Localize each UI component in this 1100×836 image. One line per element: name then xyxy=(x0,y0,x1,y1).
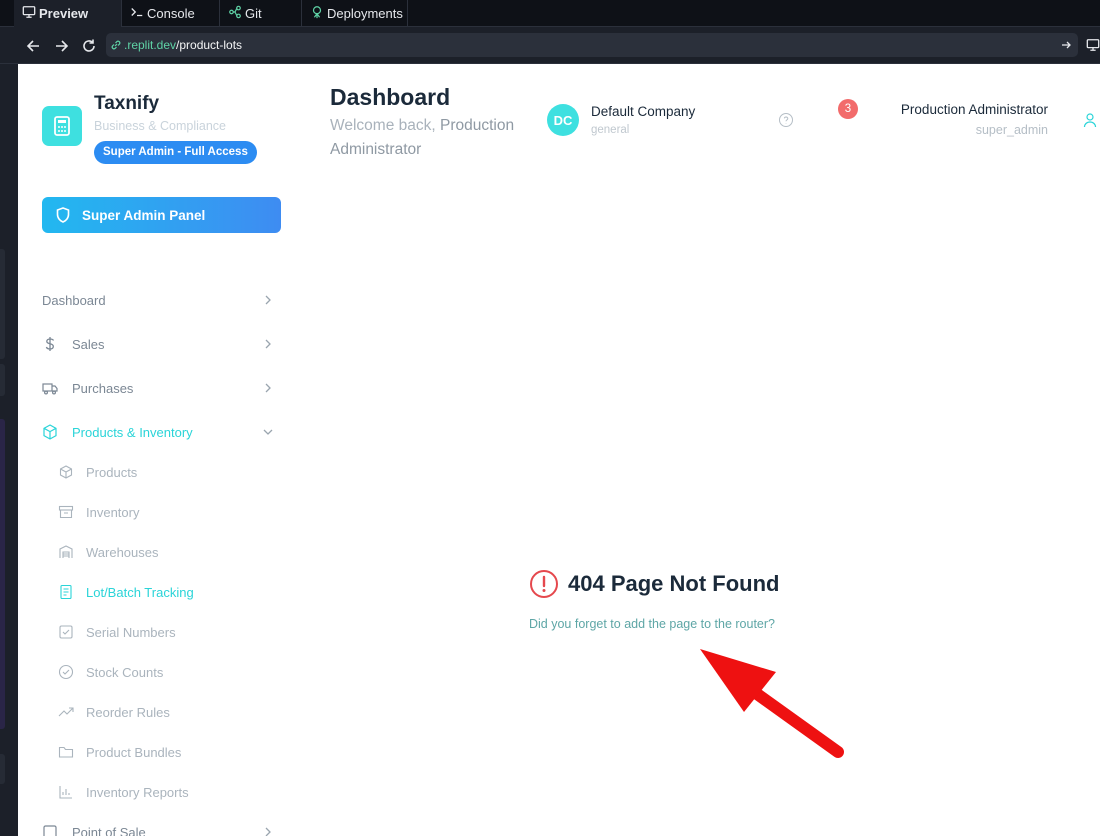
sidebar-item-point-of-sale[interactable]: Point of Sale xyxy=(42,820,274,836)
sidebar-item-sales[interactable]: Sales xyxy=(42,332,274,356)
sidebar-item-dashboard[interactable]: Dashboard xyxy=(42,288,274,312)
file-list-icon xyxy=(60,584,72,600)
truck-icon xyxy=(42,383,58,395)
tab-git[interactable]: Git xyxy=(220,0,302,27)
sidebar-item-label: Products & Inventory xyxy=(72,424,193,440)
back-arrow-icon[interactable] xyxy=(25,37,43,55)
archive-icon xyxy=(58,505,74,519)
sidebar: Taxnify Business & Compliance Super Admi… xyxy=(18,64,300,836)
link-icon xyxy=(111,40,121,50)
ide-side-edge xyxy=(0,64,18,836)
git-branch-icon xyxy=(229,5,241,19)
check-square-icon xyxy=(59,625,73,639)
tab-label: Preview xyxy=(39,6,89,21)
subnav-item-lot-batch-tracking[interactable]: Lot/Batch Tracking xyxy=(58,581,278,603)
reload-icon[interactable] xyxy=(80,37,98,55)
subnav-item-warehouses[interactable]: Warehouses xyxy=(58,541,278,563)
subnav-item-inventory-reports[interactable]: Inventory Reports xyxy=(58,781,278,803)
subnav-label: Products xyxy=(86,464,138,480)
company-avatar[interactable]: DC xyxy=(547,104,579,136)
package-icon xyxy=(43,424,57,440)
panel-edge xyxy=(0,754,5,784)
subnav-item-product-bundles[interactable]: Product Bundles xyxy=(58,741,278,763)
page-title: Dashboard xyxy=(330,84,451,110)
user-role: super_admin xyxy=(975,123,1048,137)
calculator-icon xyxy=(42,106,82,146)
deploy-icon xyxy=(312,6,322,19)
not-found-title: 404 Page Not Found xyxy=(568,571,780,596)
box-icon xyxy=(59,465,73,479)
alert-circle-icon xyxy=(530,570,558,598)
shield-icon xyxy=(56,207,70,223)
url-host: .replit.dev xyxy=(124,38,177,52)
chevron-right-icon xyxy=(265,339,271,349)
url-input[interactable]: .replit.dev/product-lots xyxy=(106,33,1078,57)
role-badge: Super Admin - Full Access xyxy=(94,141,257,164)
notification-badge[interactable]: 3 xyxy=(838,99,858,119)
subnav-label: Reorder Rules xyxy=(86,704,170,720)
company-name[interactable]: Default Company xyxy=(591,104,695,119)
subnav-item-reorder-rules[interactable]: Reorder Rules xyxy=(58,701,278,723)
super-admin-panel-button[interactable]: Super Admin Panel xyxy=(42,197,281,233)
company-type: general xyxy=(591,124,630,136)
terminal-icon xyxy=(131,8,143,17)
panel-edge xyxy=(0,364,5,396)
register-icon xyxy=(43,825,57,836)
sidebar-item-purchases[interactable]: Purchases xyxy=(42,376,274,400)
ide-tab-bar: Preview Console Git Deployments xyxy=(0,0,1100,27)
welcome-prefix: Welcome back, xyxy=(330,117,436,134)
app-preview: Taxnify Business & Compliance Super Admi… xyxy=(18,64,1100,836)
url-path: /product-lots xyxy=(176,38,243,52)
monitor-icon[interactable] xyxy=(1086,38,1100,52)
tab-deployments[interactable]: Deployments xyxy=(302,0,408,27)
dollar-icon xyxy=(45,337,55,351)
sidebar-item-label: Sales xyxy=(72,336,105,352)
panel-edge xyxy=(0,419,5,729)
user-name[interactable]: Production Administrator xyxy=(901,102,1048,117)
sidebar-item-label: Purchases xyxy=(72,380,134,396)
subnav-label: Lot/Batch Tracking xyxy=(86,584,194,600)
address-bar: .replit.dev/product-lots xyxy=(0,27,1100,64)
sidebar-item-label: Dashboard xyxy=(42,292,106,308)
warehouse-icon xyxy=(59,545,73,558)
not-found-message: Did you forget to add the page to the ro… xyxy=(529,617,776,631)
sidebar-item-products-inventory[interactable]: Products & Inventory xyxy=(42,420,274,444)
help-circle-icon[interactable] xyxy=(778,112,794,128)
subnav-label: Inventory xyxy=(86,504,140,520)
open-arrow-icon[interactable] xyxy=(1060,39,1072,51)
subnav-item-inventory[interactable]: Inventory xyxy=(58,501,278,523)
subnav-label: Inventory Reports xyxy=(86,784,189,800)
tab-preview[interactable]: Preview xyxy=(14,0,122,27)
subnav-label: Serial Numbers xyxy=(86,624,176,640)
chevron-down-icon xyxy=(263,429,273,435)
welcome-text: Welcome back, Production Administrator xyxy=(330,114,540,162)
subnav-item-serial-numbers[interactable]: Serial Numbers xyxy=(58,621,278,643)
subnav-label: Warehouses xyxy=(86,544,159,560)
trending-up-icon xyxy=(58,707,74,717)
tab-label: Console xyxy=(147,6,195,21)
sidebar-item-label: Point of Sale xyxy=(72,824,146,836)
subnav-label: Stock Counts xyxy=(86,664,164,680)
chevron-right-icon xyxy=(265,295,271,305)
brand-subtitle: Business & Compliance xyxy=(94,119,227,133)
panel-edge xyxy=(0,249,5,359)
monitor-icon xyxy=(22,6,36,18)
folder-icon xyxy=(58,746,74,758)
subnav-item-stock-counts[interactable]: Stock Counts xyxy=(58,661,278,683)
check-circle-icon xyxy=(58,664,74,680)
subnav-label: Product Bundles xyxy=(86,744,182,760)
chevron-right-icon xyxy=(265,827,271,836)
super-admin-panel-label: Super Admin Panel xyxy=(82,207,206,223)
subnav-item-products[interactable]: Products xyxy=(58,461,278,483)
user-icon[interactable] xyxy=(1082,112,1098,128)
tab-console[interactable]: Console xyxy=(122,0,220,27)
forward-arrow-icon[interactable] xyxy=(52,37,70,55)
bar-chart-icon xyxy=(59,786,72,799)
brand-name: Taxnify xyxy=(94,93,160,114)
tab-label: Deployments xyxy=(327,6,403,21)
tab-label: Git xyxy=(245,6,262,21)
chevron-right-icon xyxy=(265,383,271,393)
